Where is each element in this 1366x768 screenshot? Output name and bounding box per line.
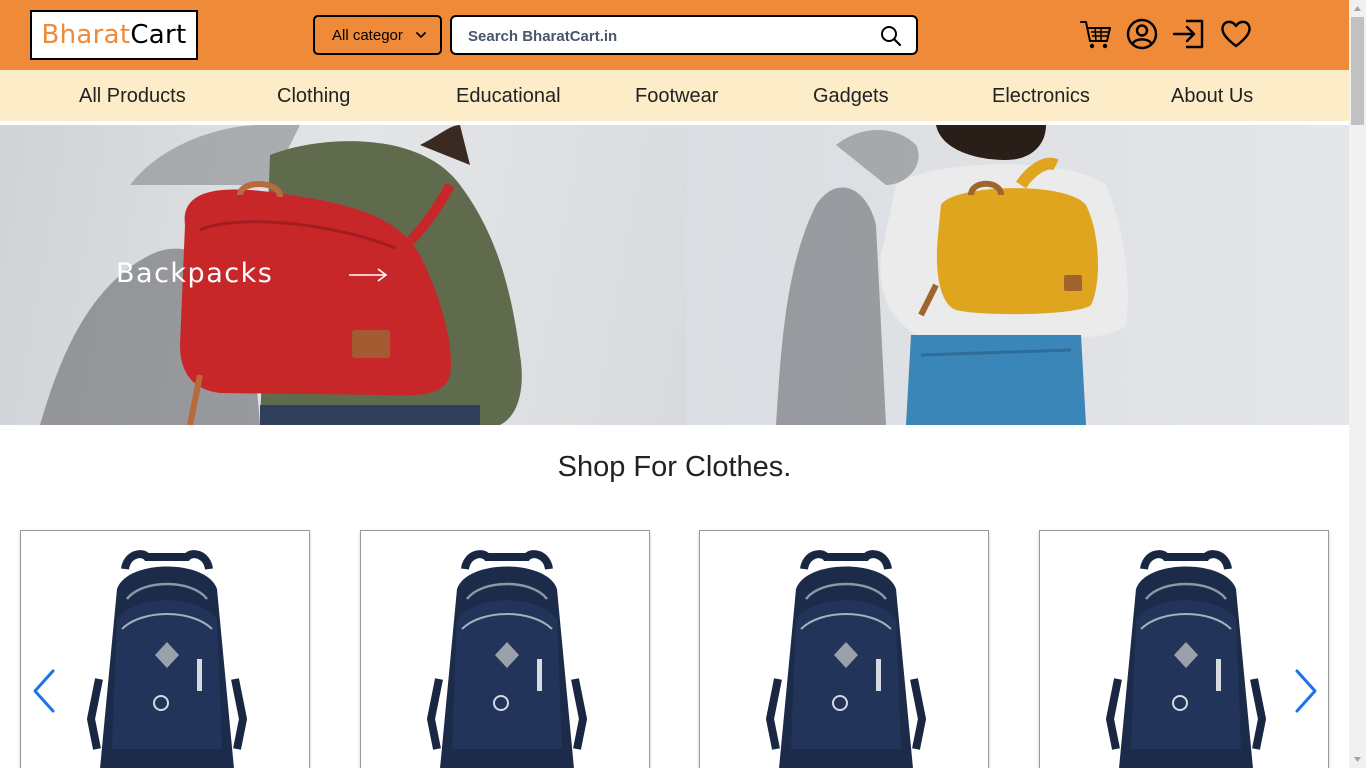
- login-icon[interactable]: [1172, 17, 1206, 51]
- logo-text-cart: Cart: [130, 20, 187, 50]
- scrollbar-thumb[interactable]: [1351, 17, 1364, 125]
- category-select-value: All categor: [332, 26, 403, 44]
- scroll-up-icon[interactable]: [1353, 4, 1362, 13]
- arrow-right-icon: [349, 268, 388, 282]
- banner-photo-left: [40, 125, 522, 425]
- backpack-image: [766, 550, 926, 768]
- chevron-right-icon[interactable]: [1291, 668, 1321, 714]
- category-nav: All Products Clothing Educational Footwe…: [0, 70, 1349, 121]
- scroll-down-icon[interactable]: [1353, 755, 1362, 764]
- category-select[interactable]: All categor: [313, 15, 442, 55]
- banner-photo-right: [776, 125, 1128, 425]
- nav-item-gadgets[interactable]: Gadgets: [813, 85, 889, 108]
- backpack-image: [427, 550, 587, 768]
- product-card[interactable]: [20, 530, 310, 768]
- backpack-image: [87, 550, 247, 768]
- chevron-down-icon: [416, 32, 426, 38]
- heart-icon[interactable]: [1219, 17, 1253, 51]
- nav-item-footwear[interactable]: Footwear: [635, 85, 718, 108]
- top-header: Bharat Cart All categor: [0, 0, 1349, 70]
- page: Bharat Cart All categor Search BharatCar…: [0, 0, 1366, 768]
- cart-icon[interactable]: [1079, 17, 1113, 51]
- nav-item-electronics[interactable]: Electronics: [992, 85, 1090, 108]
- backpack-image: [1106, 550, 1266, 768]
- section-title: Shop For Clothes.: [557, 451, 792, 483]
- search-input[interactable]: [468, 24, 868, 48]
- banner-label: Backpacks: [116, 258, 274, 289]
- logo-text-bharat: Bharat: [41, 20, 131, 50]
- product-card[interactable]: [360, 530, 650, 768]
- banner-image-yellow-backpack: [686, 125, 1349, 425]
- user-icon[interactable]: [1125, 17, 1159, 51]
- nav-item-all-products[interactable]: All Products: [79, 85, 186, 108]
- nav-item-clothing[interactable]: Clothing: [277, 85, 350, 108]
- banner-image-red-backpack: Backpacks: [0, 125, 686, 425]
- product-card[interactable]: [1039, 530, 1329, 768]
- search-bar: [450, 15, 918, 55]
- search-icon[interactable]: [880, 25, 902, 47]
- logo[interactable]: Bharat Cart: [30, 10, 198, 60]
- product-card[interactable]: [699, 530, 989, 768]
- nav-item-educational[interactable]: Educational: [456, 85, 561, 108]
- page-scrollbar[interactable]: [1349, 0, 1366, 768]
- chevron-left-icon[interactable]: [29, 668, 59, 714]
- nav-item-about-us[interactable]: About Us: [1171, 85, 1253, 108]
- hero-banner[interactable]: Backpacks: [0, 125, 1349, 425]
